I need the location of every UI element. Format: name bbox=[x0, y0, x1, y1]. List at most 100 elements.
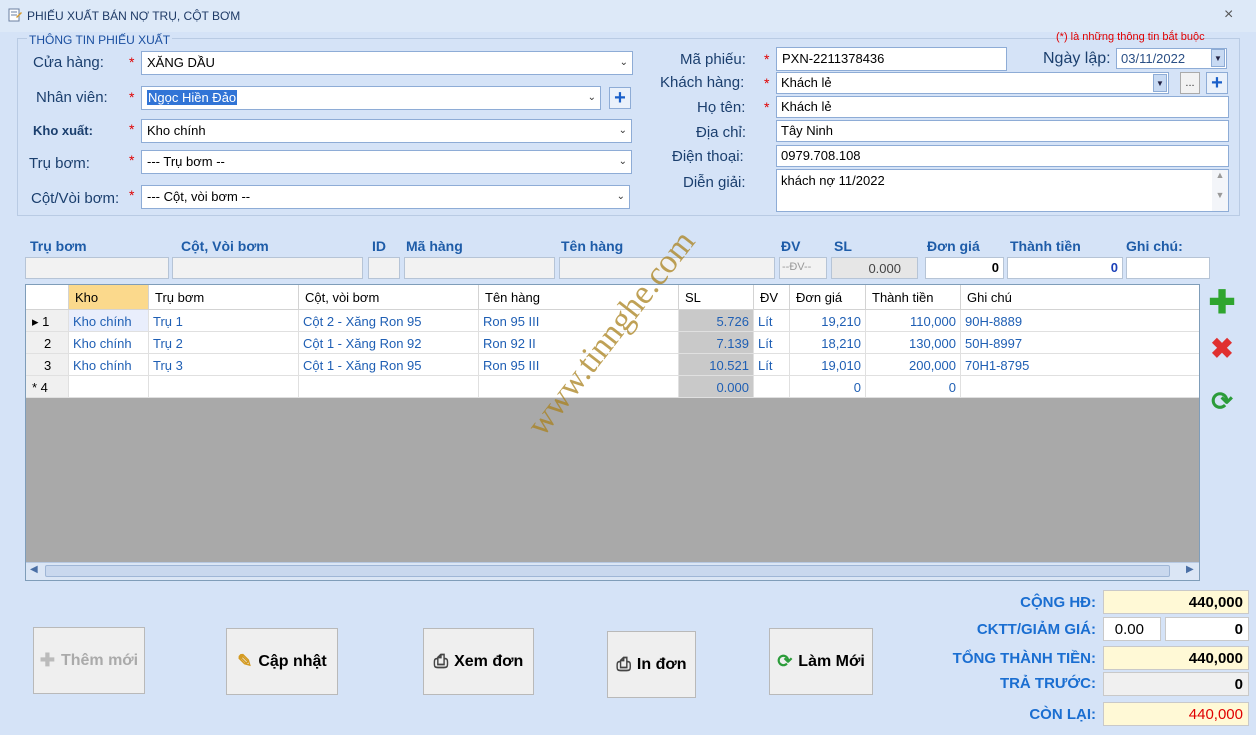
entry-pump-field[interactable] bbox=[25, 257, 169, 279]
window-title: PHIẾU XUẤT BÁN NỢ TRỤ, CỘT BƠM bbox=[27, 9, 241, 23]
row-sl[interactable]: 7.139 bbox=[679, 332, 754, 354]
nozzle-select[interactable]: --- Cột, vòi bơm -- ⌄ bbox=[141, 185, 630, 209]
row-tru[interactable]: Trụ 2 bbox=[149, 332, 299, 354]
grid-header-sl[interactable]: SL bbox=[679, 285, 754, 310]
scrollbar-thumb[interactable] bbox=[45, 565, 1170, 577]
employee-value: Ngọc Hiền Đảo bbox=[147, 90, 238, 105]
grid-header-tru[interactable]: Trụ bơm bbox=[149, 285, 299, 310]
discount-value-field[interactable]: 0 bbox=[1165, 617, 1249, 641]
customer-select[interactable]: Khách lẻ bbox=[776, 72, 1169, 94]
employee-select[interactable]: Ngọc Hiền Đảo ⌄ bbox=[141, 86, 601, 110]
plus-icon: ✚ bbox=[39, 650, 55, 670]
row-tru[interactable]: Trụ 3 bbox=[149, 354, 299, 376]
grid-corner[interactable] bbox=[26, 285, 69, 310]
required-note: (*) là những thông tin bắt buộc bbox=[1056, 31, 1205, 43]
row-sl[interactable]: 10.521 bbox=[679, 354, 754, 376]
phone-label: Điện thoại: bbox=[672, 148, 744, 165]
scroll-left-icon[interactable]: ◀ bbox=[30, 564, 38, 575]
row-gia[interactable]: 19,010 bbox=[790, 354, 866, 376]
entry-unit-select[interactable]: --ĐV-- bbox=[779, 257, 827, 279]
row-dv[interactable]: Lít bbox=[754, 310, 790, 332]
row-gia[interactable]: 19,210 bbox=[790, 310, 866, 332]
new-row-cot[interactable] bbox=[299, 376, 479, 398]
row-kho[interactable]: Kho chính bbox=[69, 310, 149, 332]
entry-price-field[interactable]: 0 bbox=[925, 257, 1004, 279]
update-button[interactable]: ✎ Cập nhật bbox=[226, 628, 338, 695]
warehouse-value: Kho chính bbox=[147, 123, 206, 138]
entry-amount-field[interactable]: 0 bbox=[1007, 257, 1123, 279]
new-row-ghichu[interactable] bbox=[961, 376, 1199, 398]
entry-code-field[interactable] bbox=[404, 257, 555, 279]
title-bar: PHIẾU XUẤT BÁN NỢ TRỤ, CỘT BƠM × bbox=[0, 0, 1256, 32]
receipt-no-label: Mã phiếu: bbox=[680, 51, 746, 68]
refresh-button[interactable]: ⟳ Làm Mới bbox=[769, 628, 873, 695]
print-preview-icon: ⎙ bbox=[433, 651, 449, 671]
date-dropdown-button[interactable]: ▼ bbox=[1211, 49, 1225, 67]
prepaid-value[interactable]: 0 bbox=[1103, 672, 1249, 696]
new-row-gia[interactable]: 0 bbox=[790, 376, 866, 398]
row-ghichu[interactable]: 70H1-8795 bbox=[961, 354, 1199, 376]
grid-header-kho[interactable]: Kho bbox=[69, 285, 149, 310]
row-tien[interactable]: 130,000 bbox=[866, 332, 961, 354]
discount-percent-stepper[interactable]: 0.00 bbox=[1103, 617, 1161, 641]
entry-id-field[interactable] bbox=[368, 257, 400, 279]
row-cot[interactable]: Cột 1 - Xăng Ron 95 bbox=[299, 354, 479, 376]
row-cot[interactable]: Cột 2 - Xăng Ron 95 bbox=[299, 310, 479, 332]
row-tien[interactable]: 200,000 bbox=[866, 354, 961, 376]
print-button[interactable]: ⎙ In đơn bbox=[607, 631, 696, 698]
row-dv[interactable]: Lít bbox=[754, 332, 790, 354]
grid-header-cot[interactable]: Cột, vòi bơm bbox=[299, 285, 479, 310]
grid-header-ghichu[interactable]: Ghi chú bbox=[961, 285, 1199, 310]
row-sl[interactable]: 5.726 bbox=[679, 310, 754, 332]
new-row-tru[interactable] bbox=[149, 376, 299, 398]
row-tru[interactable]: Trụ 1 bbox=[149, 310, 299, 332]
store-label: Cửa hàng: bbox=[33, 54, 104, 71]
view-button[interactable]: ⎙ Xem đơn bbox=[423, 628, 534, 695]
grid-header-dv[interactable]: ĐV bbox=[754, 285, 790, 310]
add-row-button[interactable]: ✚ bbox=[1207, 284, 1237, 320]
scroll-right-icon[interactable]: ▶ bbox=[1186, 564, 1194, 575]
new-row-sl[interactable]: 0.000 bbox=[679, 376, 754, 398]
add-employee-button[interactable]: + bbox=[609, 87, 631, 109]
delete-row-button[interactable]: ✖ bbox=[1207, 333, 1237, 364]
description-scrollbar[interactable]: ▲ ▼ bbox=[1212, 170, 1228, 211]
new-row-tien[interactable]: 0 bbox=[866, 376, 961, 398]
table-row[interactable]: 3 bbox=[26, 354, 69, 376]
store-select[interactable]: XĂNG DẦU ⌄ bbox=[141, 51, 633, 75]
row-kho[interactable]: Kho chính bbox=[69, 354, 149, 376]
add-customer-button[interactable]: + bbox=[1206, 72, 1228, 94]
row-gia[interactable]: 18,210 bbox=[790, 332, 866, 354]
customer-browse-button[interactable]: ... bbox=[1180, 72, 1200, 94]
table-row[interactable]: 2 bbox=[26, 332, 69, 354]
row-tien[interactable]: 110,000 bbox=[866, 310, 961, 332]
grid-header-tien[interactable]: Thành tiền bbox=[866, 285, 961, 310]
entry-qty-stepper[interactable]: 0.000 bbox=[831, 257, 918, 279]
add-new-button[interactable]: ✚ Thêm mới bbox=[33, 627, 145, 694]
new-row-indicator[interactable]: * 4 bbox=[26, 376, 69, 398]
grid-header-gia[interactable]: Đơn giá bbox=[790, 285, 866, 310]
customer-dropdown-button[interactable]: ▼ bbox=[1153, 74, 1167, 92]
row-dv[interactable]: Lít bbox=[754, 354, 790, 376]
full-name-field[interactable]: Khách lẻ bbox=[776, 96, 1229, 118]
row-kho[interactable]: Kho chính bbox=[69, 332, 149, 354]
address-field[interactable]: Tây Ninh bbox=[776, 120, 1229, 142]
row-ghichu[interactable]: 90H-8889 bbox=[961, 310, 1199, 332]
entry-note-field[interactable] bbox=[1126, 257, 1210, 279]
description-textarea[interactable]: khách nợ 11/2022 bbox=[776, 169, 1229, 212]
chevron-down-icon: ⌄ bbox=[618, 156, 627, 167]
reload-button[interactable]: ⟳ bbox=[1207, 386, 1237, 416]
phone-field[interactable]: 0979.708.108 bbox=[776, 145, 1229, 167]
pump-select[interactable]: --- Trụ bơm -- ⌄ bbox=[141, 150, 632, 174]
row-ghichu[interactable]: 50H-8997 bbox=[961, 332, 1199, 354]
new-row-kho[interactable] bbox=[69, 376, 149, 398]
update-label: Cập nhật bbox=[258, 652, 327, 670]
warehouse-select[interactable]: Kho chính ⌄ bbox=[141, 119, 632, 143]
row-cot[interactable]: Cột 1 - Xăng Ron 92 bbox=[299, 332, 479, 354]
required-star: * bbox=[764, 51, 770, 67]
entry-nozzle-field[interactable] bbox=[172, 257, 363, 279]
close-button[interactable]: × bbox=[1224, 6, 1233, 24]
table-row[interactable]: ▸ 1 bbox=[26, 310, 69, 332]
receipt-no-field[interactable]: PXN-2211378436 bbox=[776, 47, 1007, 71]
new-row-dv[interactable] bbox=[754, 376, 790, 398]
grand-total-value: 440,000 bbox=[1103, 646, 1249, 670]
